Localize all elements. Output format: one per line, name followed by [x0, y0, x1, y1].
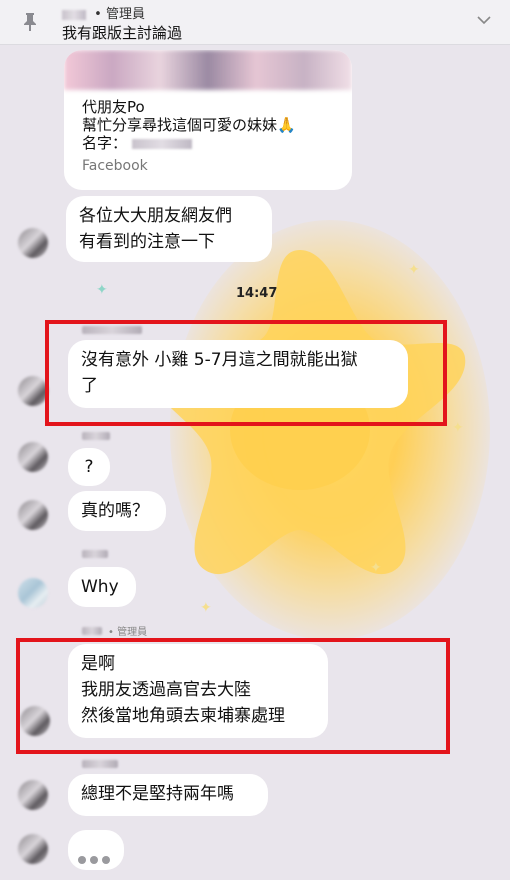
avatar[interactable]	[18, 834, 48, 864]
avatar[interactable]	[18, 228, 48, 258]
message-bubble[interactable]: 總理不是堅持兩年嗎	[68, 774, 268, 816]
sparkle-icon: ✦	[200, 600, 212, 616]
avatar[interactable]	[18, 376, 48, 406]
avatar[interactable]	[18, 442, 48, 472]
message-bubble[interactable]: Why	[68, 567, 136, 607]
card-line: 代朋友Po	[82, 98, 145, 116]
pinned-text: 我有跟版主討論過	[62, 24, 183, 42]
timestamp: 14:47	[236, 286, 278, 301]
sparkle-icon: ✦	[408, 262, 420, 278]
blurred-sender	[82, 627, 102, 635]
chevron-down-icon[interactable]	[476, 12, 492, 28]
card-line: 名字：	[82, 134, 196, 152]
pinned-sender: • 管理員	[62, 3, 145, 22]
message-bubble[interactable]: ?	[68, 448, 110, 486]
sender-role: 管理員	[105, 7, 145, 22]
blurred-image	[64, 50, 352, 90]
blurred-name	[131, 138, 192, 149]
message-bubble[interactable]: 真的嗎？	[68, 491, 166, 531]
typing-dot	[90, 856, 98, 864]
sender-role: • 管理員	[108, 627, 148, 638]
card-source: Facebook	[82, 158, 148, 174]
blurred-sender	[82, 432, 110, 440]
avatar[interactable]	[18, 500, 48, 530]
blurred-sender	[82, 760, 118, 768]
pin-icon	[24, 13, 36, 31]
typing-dot	[78, 856, 86, 864]
shared-link-card[interactable]: 代朋友Po 幫忙分享尋找這個可愛の妹妹🙏 名字： Facebook	[64, 50, 352, 190]
sparkle-icon: ✦	[452, 420, 464, 436]
message-bubble[interactable]: 各位大大朋友網友們 有看到的注意一下	[66, 196, 272, 262]
typing-indicator	[68, 830, 124, 870]
avatar[interactable]	[18, 578, 48, 608]
highlight-box	[45, 320, 447, 426]
card-line: 幫忙分享尋找這個可愛の妹妹🙏	[82, 116, 296, 134]
pinned-message-bar[interactable]: • 管理員 我有跟版主討論過	[0, 0, 510, 45]
highlight-box	[16, 638, 450, 754]
sparkle-icon: ✦	[370, 560, 382, 576]
blurred-name	[62, 9, 86, 20]
typing-dot	[102, 856, 110, 864]
blurred-sender	[82, 550, 108, 558]
avatar[interactable]	[18, 780, 48, 810]
sparkle-icon: ✦	[96, 282, 108, 298]
